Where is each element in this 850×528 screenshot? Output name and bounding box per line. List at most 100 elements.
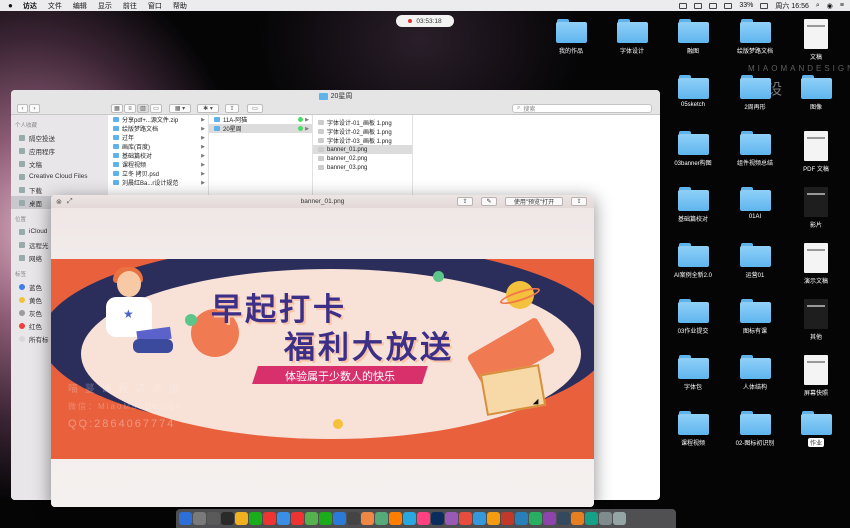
desktop-item[interactable]: 字体包 (667, 355, 719, 391)
desktop-item[interactable]: 绘版梦路文档 (729, 19, 781, 55)
dock-app-icon[interactable] (459, 512, 472, 525)
file-row[interactable]: 刘晨红Ba...r设计规范 ▶ (108, 178, 208, 187)
desktop-item[interactable]: 组件视频总结 (729, 131, 781, 167)
share-button[interactable]: ⇪ (225, 104, 239, 113)
search-field[interactable]: ⌕ 搜索 (512, 104, 652, 113)
finder-titlebar[interactable]: 20星周 (11, 90, 660, 102)
dock-app-icon[interactable] (501, 512, 514, 525)
dock-app-icon[interactable] (557, 512, 570, 525)
file-row[interactable]: banner_01.png (313, 145, 412, 154)
file-row[interactable]: banner_03.png (313, 163, 412, 172)
desktop-item[interactable]: 字体设计 (606, 19, 658, 55)
dock-app-icon[interactable] (291, 512, 304, 525)
status-icon[interactable] (709, 2, 718, 9)
desktop-item[interactable]: 02-图标初识别 (729, 411, 781, 447)
file-row[interactable]: banner_02.png (313, 154, 412, 163)
group-button[interactable]: ▦ ▾ (169, 104, 191, 113)
sidebar-item-airdrop[interactable]: 隔空投送 (11, 131, 108, 144)
menu-edit[interactable]: 编辑 (73, 1, 87, 11)
dock-app-icon[interactable] (347, 512, 360, 525)
status-icon[interactable] (679, 2, 688, 9)
action-gear-button[interactable]: ✱ ▾ (197, 104, 219, 113)
desktop-item[interactable]: 基础篇校对 (667, 187, 719, 223)
dock-app-icon[interactable] (277, 512, 290, 525)
desktop-item[interactable]: 03作业提交 (667, 299, 719, 335)
wifi-icon[interactable] (724, 2, 733, 9)
dock-app-icon[interactable] (613, 512, 626, 525)
dock-app-icon[interactable] (193, 512, 206, 525)
dock-app-icon[interactable] (529, 512, 542, 525)
screen-recorder-pill[interactable]: 03:53:18 (396, 15, 454, 27)
desktop-item[interactable]: 文稿 (790, 19, 842, 61)
share-icon[interactable]: ⇪ (571, 197, 587, 206)
desktop-item[interactable]: 我的作品 (545, 19, 597, 55)
share-icon[interactable]: ⇪ (457, 197, 473, 206)
dock-app-icon[interactable] (543, 512, 556, 525)
siri-icon[interactable]: ◉ (827, 2, 833, 10)
sidebar-item-documents[interactable]: 文稿 (11, 157, 108, 170)
dock-app-icon[interactable] (249, 512, 262, 525)
close-icon[interactable]: ⊗ (56, 198, 62, 206)
back-button[interactable]: ‹ (17, 104, 28, 113)
menu-help[interactable]: 帮助 (173, 1, 187, 11)
dock-app-icon[interactable] (585, 512, 598, 525)
desktop-item[interactable]: 2周再形 (729, 75, 781, 111)
desktop-item[interactable]: 其他 (790, 299, 842, 341)
search-icon[interactable]: ⌕ (816, 2, 820, 10)
dock-app-icon[interactable] (487, 512, 500, 525)
desktop-item[interactable]: 01AI (729, 187, 781, 220)
dock-app-icon[interactable] (375, 512, 388, 525)
file-row[interactable]: 立冬 拷贝.psd ▶ (108, 169, 208, 178)
dock-app-icon[interactable] (207, 512, 220, 525)
file-row[interactable]: 画库(百度) ▶ (108, 142, 208, 151)
desktop-item[interactable]: 影片 (790, 187, 842, 229)
dock-app-icon[interactable] (389, 512, 402, 525)
battery-percent[interactable]: 33% (739, 2, 753, 9)
desktop-item[interactable]: AI案例全新2.0 (667, 243, 719, 279)
dock-app-icon[interactable] (319, 512, 332, 525)
list-view-button[interactable]: ≡ (124, 104, 136, 113)
battery-icon[interactable] (760, 2, 769, 9)
dock-app-icon[interactable] (403, 512, 416, 525)
markup-icon[interactable]: ✎ (481, 197, 497, 206)
dock-app-icon[interactable] (445, 512, 458, 525)
file-row[interactable]: 字体设计-02_画板 1.png (313, 127, 412, 136)
menu-go[interactable]: 前往 (123, 1, 137, 11)
file-row[interactable]: 20星周 ▶ (209, 124, 312, 133)
desktop-item[interactable]: 演示文稿 (790, 243, 842, 285)
file-row[interactable]: 过年 ▶ (108, 133, 208, 142)
menu-file[interactable]: 文件 (48, 1, 62, 11)
desktop-item[interactable]: 作业 (790, 411, 842, 447)
file-row[interactable]: 课程视频 ▶ (108, 160, 208, 169)
file-row[interactable]: 11A-阿猫 ▶ (209, 115, 312, 124)
file-row[interactable]: 字体设计-01_画板 1.png (313, 118, 412, 127)
dock-app-icon[interactable] (333, 512, 346, 525)
file-row[interactable]: 分享pdf+...源文件.zip ▶ (108, 115, 208, 124)
desktop-item[interactable]: 运营01 (729, 243, 781, 279)
forward-button[interactable]: › (29, 104, 40, 113)
icon-view-button[interactable]: ▦ (111, 104, 123, 113)
dock-app-icon[interactable] (235, 512, 248, 525)
dock-app-icon[interactable] (431, 512, 444, 525)
dock-app-icon[interactable] (361, 512, 374, 525)
dock-app-icon[interactable] (221, 512, 234, 525)
desktop-item[interactable]: 屏幕快照 (790, 355, 842, 397)
tag-button[interactable]: ▭ (247, 104, 263, 113)
open-with-preview-button[interactable]: 使用"预览"打开 (505, 197, 563, 206)
dock-app-icon[interactable] (179, 512, 192, 525)
menu-app-name[interactable]: 访达 (23, 1, 37, 11)
notification-center-icon[interactable]: ≡ (840, 2, 844, 9)
column-view-button[interactable]: ▥ (137, 104, 149, 113)
desktop-item[interactable]: 人体结构 (729, 355, 781, 391)
dock-app-icon[interactable] (305, 512, 318, 525)
desktop-item[interactable]: 图像 (790, 75, 842, 111)
dock-app-icon[interactable] (263, 512, 276, 525)
desktop-item[interactable]: 融图 (667, 19, 719, 55)
dock-app-icon[interactable] (417, 512, 430, 525)
fullscreen-icon[interactable]: ⤢ (67, 198, 73, 206)
desktop-item[interactable]: 03banner构图 (667, 131, 719, 167)
file-row[interactable]: 基础篇校对 ▶ (108, 151, 208, 160)
dock-app-icon[interactable] (599, 512, 612, 525)
dock-app-icon[interactable] (515, 512, 528, 525)
file-row[interactable]: 绘版梦路文档 ▶ (108, 124, 208, 133)
